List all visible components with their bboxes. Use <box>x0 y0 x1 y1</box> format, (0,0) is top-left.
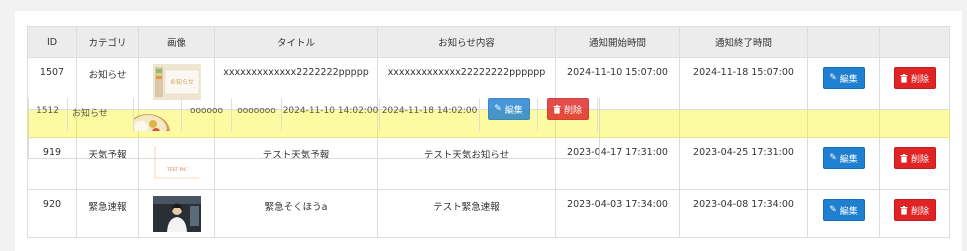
edit-label: 編集 <box>839 74 858 85</box>
header-delete <box>879 26 950 58</box>
drag-cell-content: ooooooo <box>232 98 282 131</box>
header-start-time: 通知開始時間 <box>555 26 680 58</box>
bento-thumbnail <box>134 114 170 131</box>
cell-edit: ✎ 編集 <box>807 57 880 110</box>
cell-image: TEST PIC <box>138 137 215 190</box>
cell-delete: 削除 <box>879 189 950 238</box>
cell-edit <box>807 109 880 138</box>
table-header: ID カテゴリ 画像 タイトル お知らせ内容 通知開始時間 通知終了時間 <box>27 26 950 58</box>
header-id: ID <box>27 26 77 58</box>
header-title: タイトル <box>214 26 378 58</box>
drag-cell-id: 1512 <box>28 98 68 131</box>
cell-category: 天気予報 <box>76 137 139 190</box>
header-content: お知らせ内容 <box>377 26 556 58</box>
drag-cell-title: oooooo <box>182 98 232 131</box>
trash-icon <box>900 73 908 83</box>
drag-cell-start-time: 2024-11-10 14:02:00 <box>282 98 380 131</box>
drag-cell-category: お知らせ <box>68 98 134 131</box>
trash-icon <box>900 205 908 215</box>
notice-table: ID カテゴリ 画像 タイトル お知らせ内容 通知開始時間 通知終了時間 150… <box>27 26 950 238</box>
pencil-icon: ✎ <box>829 205 837 215</box>
cell-title: 緊急そくほうa <box>214 189 378 238</box>
cell-end-time: 2023-04-08 17:34:00 <box>679 189 808 238</box>
edit-label: 編集 <box>504 105 523 116</box>
cell-id: 920 <box>27 189 77 238</box>
edit-button[interactable]: ✎ 編集 <box>822 147 865 169</box>
edit-label: 編集 <box>839 154 858 165</box>
edit-label: 編集 <box>839 206 858 217</box>
cell-delete: 削除 <box>879 137 950 190</box>
drag-cell-edit: ✎ 編集 <box>480 98 538 131</box>
edit-button[interactable]: ✎ 編集 <box>487 98 530 120</box>
cell-start-time: 2023-04-03 17:34:00 <box>555 189 680 238</box>
edit-button[interactable]: ✎ 編集 <box>822 199 865 221</box>
cell-start-time: 2023-04-17 17:31:00 <box>555 137 680 190</box>
cell-end-time <box>679 109 808 138</box>
table-row[interactable]: 920 緊急速報 緊急そくほうa テスト緊急速報 2023-04-03 17:3… <box>27 189 950 238</box>
delete-label: 削除 <box>910 154 929 165</box>
trash-icon <box>553 104 561 114</box>
cell-category: 緊急速報 <box>76 189 139 238</box>
drag-cell-image <box>134 98 182 131</box>
cell-title: テスト天気予報 <box>214 137 378 190</box>
cell-content: テスト天気お知らせ <box>377 137 556 190</box>
header-edit <box>807 26 880 58</box>
delete-button[interactable]: 削除 <box>893 199 936 221</box>
cell-id: 919 <box>27 137 77 190</box>
thumb-caption-oshirase: お知らせ <box>170 78 194 86</box>
dragged-row[interactable]: 1512 お知らせ oooooo ooooooo 2024-11-10 14:0… <box>28 98 600 159</box>
cell-edit: ✎ 編集 <box>807 189 880 238</box>
drag-cell-end-time: 2024-11-18 14:02:00 <box>380 98 480 131</box>
drag-cell-delete: 削除 <box>538 98 598 131</box>
delete-button[interactable]: 削除 <box>893 67 936 89</box>
cell-edit: ✎ 編集 <box>807 137 880 190</box>
delete-button[interactable]: 削除 <box>546 98 589 120</box>
person-thumbnail <box>152 196 201 232</box>
delete-label: 削除 <box>910 206 929 217</box>
delete-label: 削除 <box>910 74 929 85</box>
test-thumbnail: TEST PIC <box>152 144 201 180</box>
trash-icon <box>900 153 908 163</box>
header-end-time: 通知終了時間 <box>679 26 808 58</box>
pencil-icon: ✎ <box>829 73 837 83</box>
cell-delete <box>879 109 950 138</box>
cell-end-time: 2024-11-18 15:07:00 <box>679 57 808 110</box>
content-panel: ID カテゴリ 画像 タイトル お知らせ内容 通知開始時間 通知終了時間 150… <box>15 11 962 251</box>
pencil-icon: ✎ <box>494 104 502 114</box>
table-row[interactable]: 919 天気予報 TEST PIC テスト天気予報 テスト天気お知らせ 2023… <box>27 137 950 190</box>
delete-label: 削除 <box>563 105 582 116</box>
cell-content: テスト緊急速報 <box>377 189 556 238</box>
header-image: 画像 <box>138 26 215 58</box>
thumb-caption-test: TEST PIC <box>166 167 187 173</box>
oshirase-thumbnail: お知らせ <box>152 64 201 100</box>
edit-button[interactable]: ✎ 編集 <box>822 67 865 89</box>
delete-button[interactable]: 削除 <box>893 147 936 169</box>
pencil-icon: ✎ <box>829 153 837 163</box>
header-category: カテゴリ <box>76 26 139 58</box>
cell-image <box>138 189 215 238</box>
cell-end-time: 2023-04-25 17:31:00 <box>679 137 808 190</box>
cell-delete: 削除 <box>879 57 950 110</box>
